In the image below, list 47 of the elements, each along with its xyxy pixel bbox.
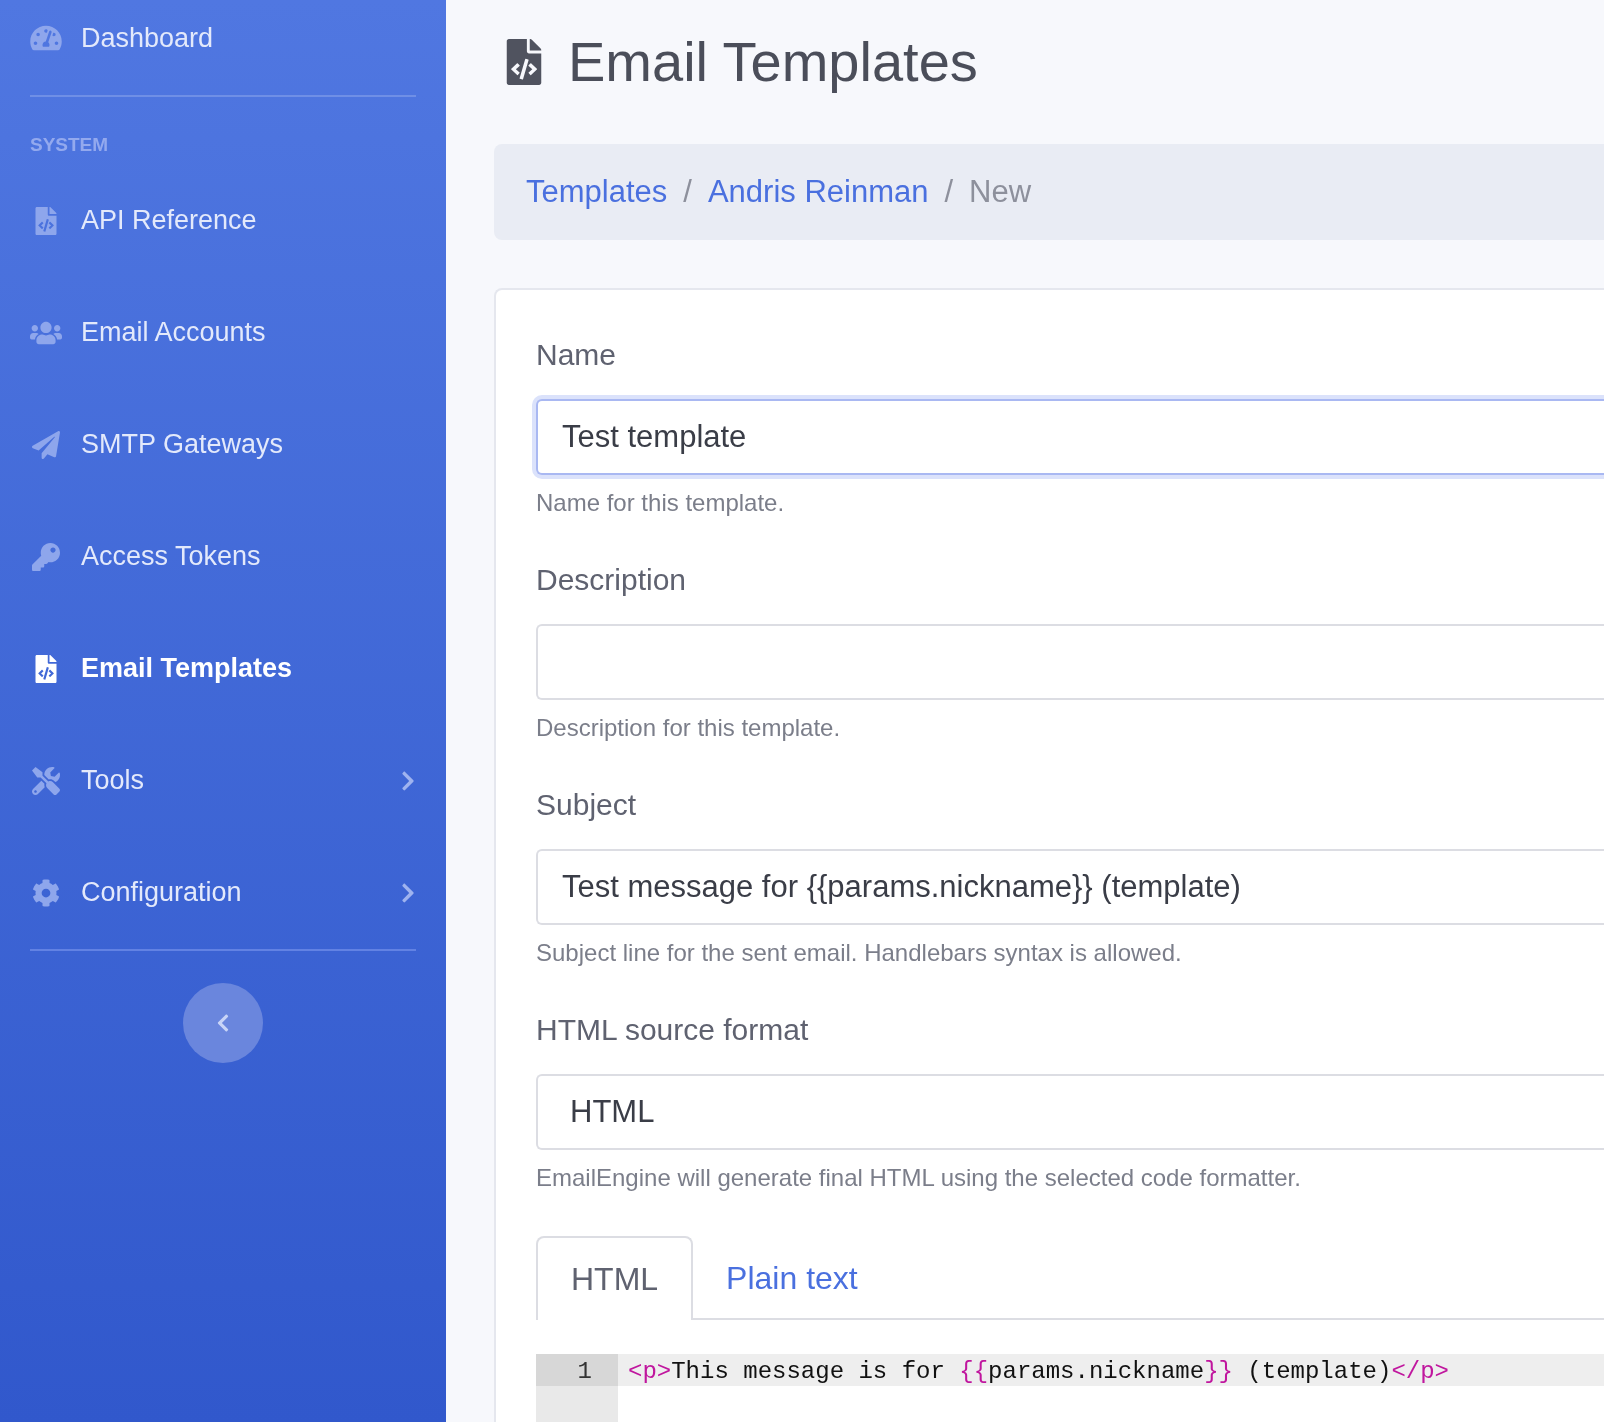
field-help-text: Name for this template.: [536, 488, 786, 518]
field-label: Name: [536, 337, 618, 373]
sidebar-item[interactable]: Email Accounts: [0, 304, 446, 361]
editor-tab[interactable]: HTML: [536, 1236, 694, 1320]
sidebar-item-label: SMTP Gateways: [81, 428, 284, 462]
paper-plane-icon: [30, 430, 62, 459]
section-heading: SYSTEM: [29, 133, 110, 157]
gauge-icon: [30, 24, 62, 52]
field-help-text: EmailEngine will generate final HTML using the selected code formatter.: [536, 1163, 1302, 1193]
sidebar-item-label: Configuration: [81, 876, 242, 910]
text-input-field[interactable]: Test message for {{params.nickname}} (template): [536, 849, 1604, 925]
sidebar-item-label: Dashboard: [81, 21, 214, 55]
chevron-right-icon: [400, 769, 416, 792]
page-title: Email Templates: [568, 29, 978, 95]
key-icon: [30, 542, 62, 571]
editor-tab[interactable]: Plain text: [693, 1236, 891, 1320]
line-number: 1: [536, 1354, 618, 1386]
sidebar-item-label: Access Tokens: [81, 540, 261, 574]
breadcrumb-link[interactable]: Templates: [526, 168, 668, 216]
sidebar-item[interactable]: Access Tokens: [0, 528, 446, 585]
breadcrumb-separator: /: [944, 172, 954, 211]
sidebar-item[interactable]: Dashboard: [0, 10, 446, 66]
tools-icon: [30, 766, 62, 795]
sidebar-item[interactable]: API Reference: [0, 192, 446, 249]
text-input-field[interactable]: [536, 624, 1604, 700]
format-select[interactable]: HTML: [536, 1074, 1604, 1150]
chevron-right-icon: [400, 881, 416, 904]
breadcrumb-link[interactable]: Andris Reinman: [707, 168, 929, 216]
code-editor[interactable]: 1 <p>This message is for {{params.nickname}} (template)</p>: [536, 1354, 1604, 1422]
sidebar-item-label: Email Templates: [81, 652, 293, 686]
sidebar-item-label: API Reference: [81, 204, 257, 238]
chevron-left-icon: [216, 1012, 230, 1033]
field-label: HTML source format: [536, 1012, 810, 1048]
sidebar-item-label: Email Accounts: [81, 316, 266, 350]
field-label: Description: [536, 562, 688, 598]
settings-icon: [30, 878, 62, 907]
code-file-icon: [506, 39, 542, 85]
sidebar-item-label: Tools: [81, 764, 145, 798]
breadcrumb-current: New: [969, 172, 1032, 211]
sidebar-item[interactable]: Tools: [0, 752, 446, 809]
field-help-text: Subject line for the sent email. Handlebars syntax is allowed.: [536, 938, 1183, 968]
field-label: Subject: [536, 787, 638, 823]
breadcrumb-separator: /: [683, 172, 692, 211]
sidebar-item[interactable]: Email Templates: [0, 640, 446, 697]
field-help-text: Description for this template.: [536, 713, 842, 743]
sidebar-item[interactable]: Configuration: [0, 864, 446, 921]
sidebar-item[interactable]: SMTP Gateways: [0, 416, 446, 473]
